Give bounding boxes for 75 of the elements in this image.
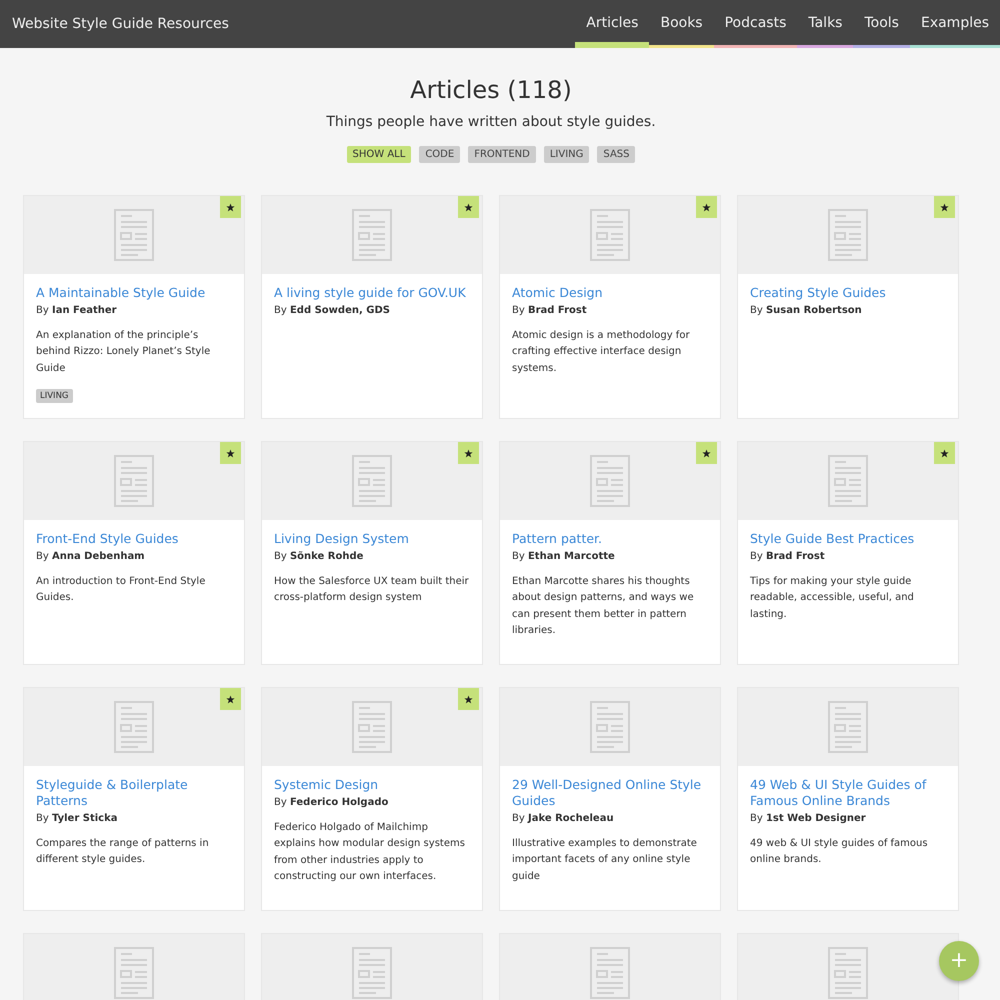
article-description: Compares the range of patterns in different style guides. — [36, 837, 210, 868]
article-link[interactable]: Creating Style Guides — [750, 285, 946, 301]
article-description: Tips for making your style guide readable, accessible, useful, and lasting. — [750, 575, 915, 622]
article-link[interactable]: A Maintainable Style Guide — [36, 285, 232, 301]
article-link[interactable]: Styleguide & Boilerplate Patterns — [36, 777, 232, 809]
filter-button[interactable]: FRONTEND — [468, 146, 536, 163]
filter-button[interactable]: CODE — [419, 146, 460, 163]
document-icon — [352, 947, 392, 999]
star-badge-icon — [458, 442, 479, 464]
star-badge-icon — [220, 196, 241, 218]
nav-tab[interactable]: Books — [649, 0, 714, 48]
document-icon — [590, 209, 630, 261]
article-link[interactable]: Living Design System — [274, 531, 470, 547]
star-badge-icon — [458, 196, 479, 218]
star-badge-icon — [934, 442, 955, 464]
byline: By Brad Frost — [750, 551, 826, 562]
article-link[interactable]: Style Guide Best Practices — [750, 531, 946, 547]
article-description: Federico Holgado of Mailchimp explains how modular design systems from other industries apply to constructing our own interfaces. — [274, 821, 466, 884]
star-badge-icon — [934, 196, 955, 218]
document-icon — [352, 455, 392, 507]
star-badge-icon — [458, 688, 479, 710]
byline: By 1st Web Designer — [750, 813, 867, 824]
document-icon — [114, 947, 154, 999]
byline: By Ethan Marcotte — [512, 551, 616, 562]
byline: By Ian Feather — [36, 305, 118, 316]
document-icon — [828, 947, 868, 999]
page-heading: Articles (118) — [409, 76, 573, 104]
document-icon — [352, 209, 392, 261]
byline: By Brad Frost — [512, 305, 588, 316]
article-description: Atomic design is a methodology for crafting effective interface design systems. — [512, 329, 691, 376]
document-icon — [590, 701, 630, 753]
article-link[interactable]: A living style guide for GOV.UK — [274, 285, 470, 301]
article-description: Illustrative examples to demonstrate important facets of any online style guide — [512, 837, 698, 884]
byline: By Edd Sowden, GDS — [274, 305, 391, 316]
filter-button[interactable]: SASS — [597, 146, 636, 163]
tag-label[interactable]: LIVING — [36, 388, 73, 403]
document-icon — [828, 701, 868, 753]
document-icon — [114, 455, 154, 507]
nav-tab[interactable]: Tools — [853, 0, 910, 48]
document-icon — [590, 947, 630, 999]
byline: By Anna Debenham — [36, 551, 146, 562]
document-icon — [590, 455, 630, 507]
filter-button[interactable]: SHOW ALL — [346, 146, 412, 163]
filter-button[interactable]: LIVING — [544, 146, 590, 163]
article-description: 49 web & UI style guides of famous online brands. — [750, 837, 929, 868]
nav-tab[interactable]: Podcasts — [714, 0, 798, 48]
star-badge-icon — [220, 688, 241, 710]
article-description: An introduction to Front-End Style Guides. — [36, 575, 206, 606]
nav-tab[interactable]: Examples — [910, 0, 1000, 48]
article-description: Ethan Marcotte shares his thoughts about design patterns, and ways we can present them better in pattern libraries. — [512, 575, 695, 638]
article-link[interactable]: Front-End Style Guides — [36, 531, 232, 547]
document-icon — [114, 209, 154, 261]
site-title[interactable]: Website Style Guide Resources — [0, 16, 229, 32]
page-subheading: Things people have written about style guides. — [325, 114, 657, 130]
article-link[interactable]: Atomic Design — [512, 285, 708, 301]
article-link[interactable]: Systemic Design — [274, 777, 470, 793]
article-link[interactable]: Pattern patter. — [512, 531, 708, 547]
byline: By Sõnke Rohde — [274, 551, 364, 562]
star-badge-icon — [220, 442, 241, 464]
article-description: An explanation of the principle’s behind Rizzo: Lonely Planet’s Style Guide — [36, 329, 212, 376]
byline: By Tyler Sticka — [36, 813, 118, 824]
document-icon — [828, 209, 868, 261]
star-badge-icon — [696, 196, 717, 218]
article-description: How the Salesforce UX team built their cross-platform design system — [274, 575, 470, 606]
article-link[interactable]: 29 Well-Designed Online Style Guides — [512, 777, 708, 809]
nav-tab[interactable]: Articles — [575, 0, 650, 48]
document-icon — [114, 701, 154, 753]
star-badge-icon — [696, 442, 717, 464]
byline: By Susan Robertson — [750, 305, 863, 316]
byline: By Jake Rocheleau — [512, 813, 615, 824]
article-link[interactable]: 49 Web & UI Style Guides of Famous Online Brands — [750, 777, 946, 809]
document-icon — [352, 701, 392, 753]
nav-tab[interactable]: Talks — [797, 0, 854, 48]
document-icon — [828, 455, 868, 507]
byline: By Federico Holgado — [274, 797, 390, 808]
